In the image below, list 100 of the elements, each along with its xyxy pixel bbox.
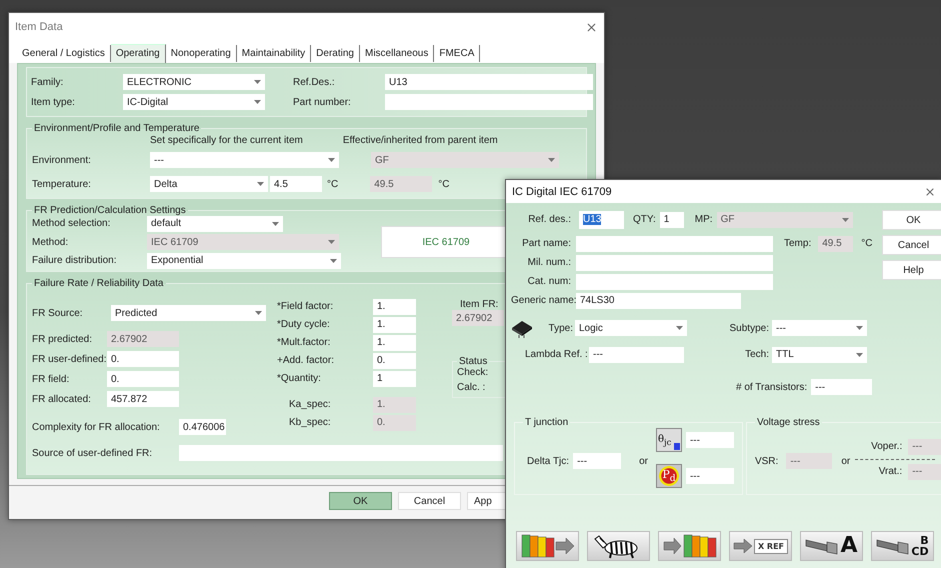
- caret-icon: [272, 222, 279, 226]
- flashlight-button[interactable]: B CD: [871, 531, 934, 561]
- field-label: FR Source:: [32, 308, 84, 318]
- unit-label: °C: [327, 178, 338, 190]
- field-label: Temperature:: [32, 178, 92, 190]
- field-label: Source of user-defined FR:: [32, 448, 154, 458]
- field-label: VSR:: [754, 456, 778, 466]
- field-label: Failure distribution:: [32, 255, 118, 266]
- dropdown[interactable]: default: [147, 216, 283, 232]
- input-field[interactable]: 1.: [373, 334, 416, 350]
- close-icon[interactable]: [924, 186, 936, 198]
- group-title: FR Prediction/Calculation Settings: [33, 205, 187, 216]
- dropdown[interactable]: TTL: [772, 346, 867, 362]
- field-label: QTY:: [633, 214, 656, 225]
- unit-label: °C: [438, 178, 450, 190]
- dialog-button[interactable]: Cancel: [882, 235, 941, 255]
- group-title: Status: [458, 356, 488, 367]
- dropdown[interactable]: GF: [716, 212, 853, 228]
- xref-button[interactable]: X REF: [729, 531, 792, 561]
- dialog-button[interactable]: OK: [329, 492, 392, 510]
- field-label: Ref.Des.:: [293, 76, 336, 88]
- input-field[interactable]: 49.5: [818, 236, 854, 252]
- zebra-button[interactable]: [587, 531, 650, 561]
- field-label: *Duty cycle:: [277, 319, 331, 330]
- input-field[interactable]: ---: [908, 438, 941, 454]
- input-field[interactable]: ---: [811, 379, 872, 395]
- input-field[interactable]: 1.: [373, 316, 416, 332]
- output-field[interactable]: 2.67902: [452, 310, 504, 326]
- field-label: Method selection:: [32, 218, 112, 229]
- input-field[interactable]: 0.476006: [179, 419, 226, 435]
- input-field[interactable]: ---: [573, 453, 622, 469]
- or-label: or: [841, 456, 850, 466]
- field-label: Voper.:: [870, 441, 902, 452]
- caret-icon: [257, 182, 264, 186]
- dropdown[interactable]: Predicted: [111, 305, 266, 321]
- input-field[interactable]: 1: [373, 370, 416, 386]
- window-title: IC Digital IEC 61709: [512, 186, 612, 198]
- dropdown[interactable]: ---: [772, 320, 867, 336]
- dialog-button[interactable]: OK: [882, 210, 941, 230]
- input-field[interactable]: ---: [589, 346, 684, 362]
- field-label: Type:: [548, 322, 573, 334]
- field-label: Kb_spec:: [289, 417, 332, 428]
- input-field[interactable]: ---: [686, 468, 734, 484]
- caret-icon: [328, 240, 335, 244]
- field-label: Ka_spec:: [289, 399, 332, 410]
- input-field[interactable]: ---: [908, 464, 941, 480]
- field-label: Ref. des.:: [527, 214, 571, 225]
- dropdown[interactable]: GF: [371, 152, 559, 168]
- field-label: Cat. num:: [526, 276, 571, 287]
- input-field[interactable]: 0.: [107, 351, 179, 367]
- input-field[interactable]: [179, 445, 503, 461]
- input-field[interactable]: 1: [660, 212, 684, 228]
- arrow-books-button[interactable]: [658, 531, 721, 561]
- field-label: Check:: [457, 367, 490, 378]
- input-field[interactable]: [576, 254, 773, 270]
- input-field[interactable]: [385, 94, 593, 110]
- field-label: # of Transistors:: [736, 382, 808, 392]
- input-field[interactable]: U13: [385, 74, 593, 90]
- input-field[interactable]: 4.5: [270, 176, 322, 192]
- caret-icon: [255, 311, 262, 315]
- input-field[interactable]: 49.5: [370, 176, 432, 192]
- input-field[interactable]: 0.: [107, 371, 179, 387]
- input-field[interactable]: [576, 274, 773, 290]
- dropdown[interactable]: ---: [150, 152, 339, 168]
- input-field[interactable]: [576, 236, 773, 252]
- dropdown[interactable]: Exponential: [147, 252, 341, 268]
- caret-icon: [856, 352, 863, 356]
- caret-icon: [328, 158, 335, 162]
- input-field[interactable]: 74LS30: [576, 292, 741, 308]
- theta-jc-button[interactable]: θ$_{jc}$: [656, 428, 682, 452]
- books-arrow-button[interactable]: [516, 531, 579, 561]
- tab[interactable]: Operating: [110, 44, 166, 64]
- unit-label: °C: [861, 238, 872, 249]
- flashlight-button[interactable]: A: [800, 531, 863, 561]
- dropdown[interactable]: Delta: [150, 176, 268, 192]
- input-field[interactable]: 457.872: [107, 391, 179, 407]
- arrow-icon: [732, 538, 753, 554]
- caret-icon: [842, 218, 849, 222]
- input-field[interactable]: ---: [786, 453, 832, 469]
- input-field[interactable]: 0.: [373, 352, 416, 368]
- dropdown[interactable]: IC-Digital: [123, 94, 265, 110]
- dropdown[interactable]: ELECTRONIC: [123, 74, 265, 90]
- field-label: Environment:: [32, 154, 92, 166]
- field-label: Subtype:: [728, 322, 769, 334]
- dropdown[interactable]: Logic: [575, 320, 687, 336]
- or-label: or: [639, 456, 648, 466]
- close-icon[interactable]: [585, 20, 598, 34]
- input-field[interactable]: U13: [579, 210, 624, 228]
- field-label: Tech:: [744, 349, 769, 360]
- input-field[interactable]: ---: [686, 432, 734, 448]
- power-button[interactable]: P$_{d}$: [656, 464, 682, 488]
- input-field[interactable]: 1.: [373, 298, 416, 314]
- books-arrow-icon: [520, 533, 576, 559]
- caret-icon: [676, 326, 683, 330]
- field-label: +Add. factor:: [277, 355, 335, 366]
- group-title: Voltage stress: [756, 417, 821, 428]
- field-label: FR allocated:: [32, 394, 92, 404]
- dialog-button[interactable]: Cancel: [398, 492, 461, 510]
- field-label: Temp:: [784, 238, 812, 249]
- dialog-button[interactable]: Help: [882, 260, 941, 280]
